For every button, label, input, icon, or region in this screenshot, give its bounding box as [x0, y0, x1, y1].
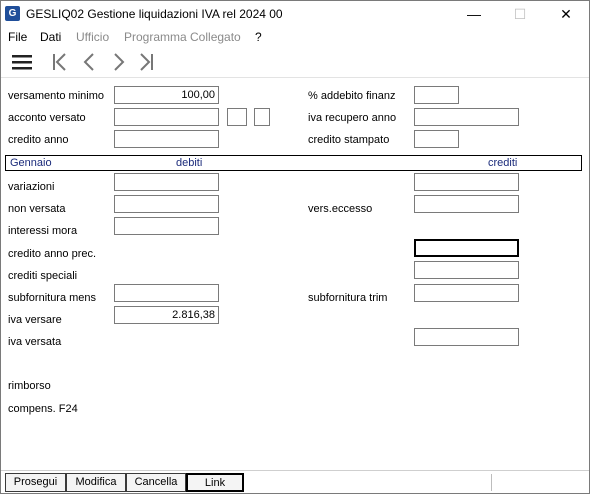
- subfornitura-mens-label: subfornitura mens: [8, 292, 97, 304]
- hamburger-icon[interactable]: [11, 51, 33, 73]
- close-button[interactable]: ✕: [543, 1, 589, 27]
- button-bar: Prosegui Modifica Cancella Link: [1, 470, 589, 494]
- credito-anno-prec-field[interactable]: [414, 239, 519, 257]
- credito-anno-field[interactable]: [114, 130, 219, 148]
- first-icon[interactable]: [51, 51, 69, 73]
- acconto-code-field-2[interactable]: [254, 108, 270, 126]
- credito-stampato-label: credito stampato: [308, 134, 390, 146]
- modifica-button[interactable]: Modifica: [66, 473, 126, 492]
- vers-eccesso-field[interactable]: [414, 195, 519, 213]
- versamento-minimo-field[interactable]: 100,00: [114, 86, 219, 104]
- credito-anno-prec-label: credito anno prec.: [8, 248, 97, 260]
- iva-recupero-anno-label: iva recupero anno: [308, 112, 397, 124]
- menu-dati[interactable]: Dati: [40, 30, 61, 44]
- variazioni-label: variazioni: [8, 181, 55, 193]
- crediti-speciali-label: crediti speciali: [8, 270, 78, 282]
- non-versata-field[interactable]: [114, 195, 219, 213]
- subfornitura-trim-field[interactable]: [414, 284, 519, 302]
- toolbar: [1, 47, 589, 78]
- addebito-finanz-label: % addebito finanz: [308, 90, 396, 102]
- month-label: Gennaio: [10, 157, 52, 169]
- next-icon[interactable]: [111, 51, 127, 73]
- maximize-button[interactable]: ☐: [497, 1, 543, 27]
- interessi-mora-field[interactable]: [114, 217, 219, 235]
- main-window: G GESLIQ02 Gestione liquidazioni IVA rel…: [0, 0, 590, 494]
- month-section-header: Gennaio debiti crediti: [5, 155, 582, 171]
- crediti-speciali-field[interactable]: [414, 261, 519, 279]
- interessi-mora-label: interessi mora: [8, 225, 78, 237]
- versamento-minimo-label: versamento minimo: [8, 90, 104, 102]
- subfornitura-trim-label: subfornitura trim: [308, 292, 388, 304]
- iva-recupero-anno-field[interactable]: [414, 108, 519, 126]
- iva-versata-field[interactable]: [414, 328, 519, 346]
- vers-eccesso-label: vers.eccesso: [308, 203, 373, 215]
- rimborso-label: rimborso: [8, 380, 51, 392]
- prosegui-button[interactable]: Prosegui: [5, 473, 66, 492]
- acconto-versato-label: acconto versato: [8, 112, 86, 124]
- acconto-code-field-1[interactable]: [227, 108, 247, 126]
- menu-ufficio[interactable]: Ufficio: [76, 30, 109, 44]
- title-bar: G GESLIQ02 Gestione liquidazioni IVA rel…: [1, 1, 589, 27]
- variazioni-debiti-field[interactable]: [114, 173, 219, 191]
- compens-f24-label: compens. F24: [8, 403, 78, 415]
- credito-stampato-field[interactable]: [414, 130, 459, 148]
- status-separator: [491, 474, 492, 491]
- subfornitura-mens-field[interactable]: [114, 284, 219, 302]
- non-versata-label: non versata: [8, 203, 66, 215]
- crediti-header: crediti: [488, 157, 518, 169]
- menu-bar: File Dati Ufficio Programma Collegato ?: [1, 27, 589, 47]
- acconto-versato-field[interactable]: [114, 108, 219, 126]
- app-icon: G: [5, 6, 20, 21]
- addebito-finanz-field[interactable]: [414, 86, 459, 104]
- variazioni-crediti-field[interactable]: [414, 173, 519, 191]
- prev-icon[interactable]: [81, 51, 97, 73]
- link-button[interactable]: Link: [186, 473, 244, 492]
- iva-versata-label: iva versata: [8, 336, 62, 348]
- menu-programma-collegato[interactable]: Programma Collegato: [124, 30, 241, 44]
- last-icon[interactable]: [137, 51, 155, 73]
- cancella-button[interactable]: Cancella: [126, 473, 186, 492]
- iva-versare-field[interactable]: 2.816,38: [114, 306, 219, 324]
- minimize-button[interactable]: —: [451, 1, 497, 27]
- debiti-header: debiti: [176, 157, 203, 169]
- window-title: GESLIQ02 Gestione liquidazioni IVA rel 2…: [26, 7, 283, 21]
- iva-versare-label: iva versare: [8, 314, 62, 326]
- menu-file[interactable]: File: [8, 30, 27, 44]
- credito-anno-label: credito anno: [8, 134, 69, 146]
- menu-help[interactable]: ?: [255, 30, 262, 44]
